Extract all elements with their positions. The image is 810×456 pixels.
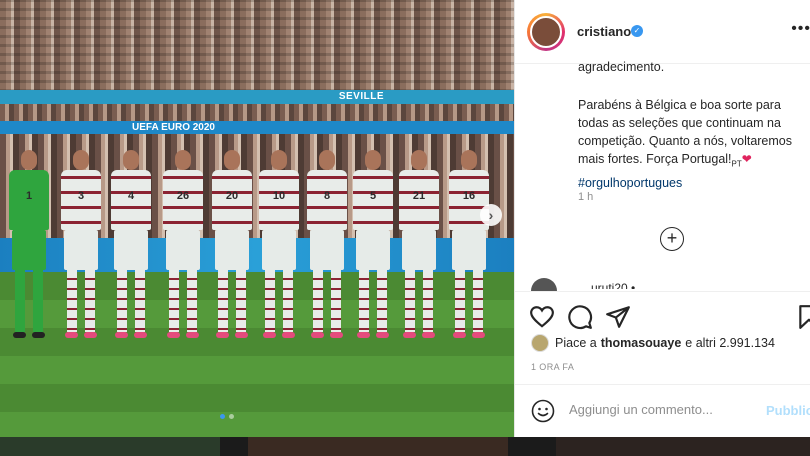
player: 21 bbox=[396, 150, 442, 345]
hashtag-link[interactable]: #orgulhoportugues bbox=[578, 176, 682, 190]
caption-timestamp: 1 h bbox=[578, 191, 594, 203]
post-actions bbox=[515, 291, 810, 337]
verified-badge-icon: ✓ bbox=[631, 25, 643, 37]
player: 16 bbox=[446, 150, 492, 345]
player: 5 bbox=[350, 150, 396, 345]
carousel-next-button[interactable]: › bbox=[480, 204, 502, 226]
commenter-avatar[interactable] bbox=[531, 278, 557, 292]
venue-banner-text: SEVILLE bbox=[338, 91, 384, 102]
caption-text: Parabéns à Bélgica e boa sorte para toda… bbox=[578, 98, 793, 166]
player: 8 bbox=[304, 150, 350, 345]
more-options-icon[interactable]: ••• bbox=[791, 20, 810, 38]
heart-icon[interactable] bbox=[529, 304, 555, 330]
comment-preview: ...uruti20 • bbox=[581, 281, 636, 289]
likes-prefix: Piace a bbox=[555, 336, 597, 350]
caption-previous-line: agradecimento. bbox=[578, 60, 665, 74]
player: 10 bbox=[256, 150, 302, 345]
liker-username[interactable]: thomasouaye bbox=[601, 336, 682, 350]
add-comment-section: Pubblica bbox=[515, 384, 810, 437]
player: 1 bbox=[6, 150, 52, 345]
avatar[interactable] bbox=[527, 13, 565, 51]
emoji-icon[interactable] bbox=[531, 399, 555, 423]
heart-emoji: ❤ bbox=[741, 152, 752, 166]
bookmark-icon[interactable] bbox=[796, 304, 810, 330]
stadium-stands-mid bbox=[0, 104, 514, 122]
likes-summary[interactable]: Piace a thomasouaye e altri 2.991.134 bbox=[531, 334, 775, 352]
player: 20 bbox=[209, 150, 255, 345]
tournament-banner: UEFA EURO 2020 bbox=[0, 121, 514, 134]
post-date[interactable]: 1 ORA FA bbox=[531, 362, 574, 372]
player: 4 bbox=[108, 150, 154, 345]
venue-banner: SEVILLE bbox=[0, 90, 514, 104]
carousel-dot[interactable] bbox=[229, 414, 234, 419]
tournament-banner-text: UEFA EURO 2020 bbox=[132, 122, 215, 133]
player: 3 bbox=[58, 150, 104, 345]
post-photo[interactable]: SEVILLE UEFA EURO 2020 1 3 4 26 20 10 8 … bbox=[0, 0, 514, 437]
stadium-stands bbox=[0, 0, 514, 92]
post-caption: agradecimento. Parabéns à Bélgica e boa … bbox=[578, 58, 804, 192]
liker-avatar bbox=[531, 334, 549, 352]
likes-count[interactable]: e altri 2.991.134 bbox=[685, 336, 775, 350]
background-feed-strip bbox=[0, 437, 810, 456]
carousel-dots bbox=[220, 414, 234, 419]
flag-emoji: PT bbox=[731, 159, 742, 169]
comment-icon[interactable] bbox=[567, 304, 593, 330]
post-header: cristiano ✓ ••• bbox=[515, 0, 810, 64]
post-side-panel: cristiano ✓ ••• agradecimento. Parabéns … bbox=[514, 0, 810, 437]
username-link[interactable]: cristiano bbox=[577, 24, 631, 39]
carousel-dot[interactable] bbox=[220, 414, 225, 419]
share-icon[interactable] bbox=[605, 304, 631, 330]
player: 26 bbox=[160, 150, 206, 345]
load-more-comments-button[interactable]: + bbox=[660, 227, 684, 251]
comment-input[interactable] bbox=[569, 402, 749, 417]
publish-button[interactable]: Pubblica bbox=[766, 403, 810, 418]
